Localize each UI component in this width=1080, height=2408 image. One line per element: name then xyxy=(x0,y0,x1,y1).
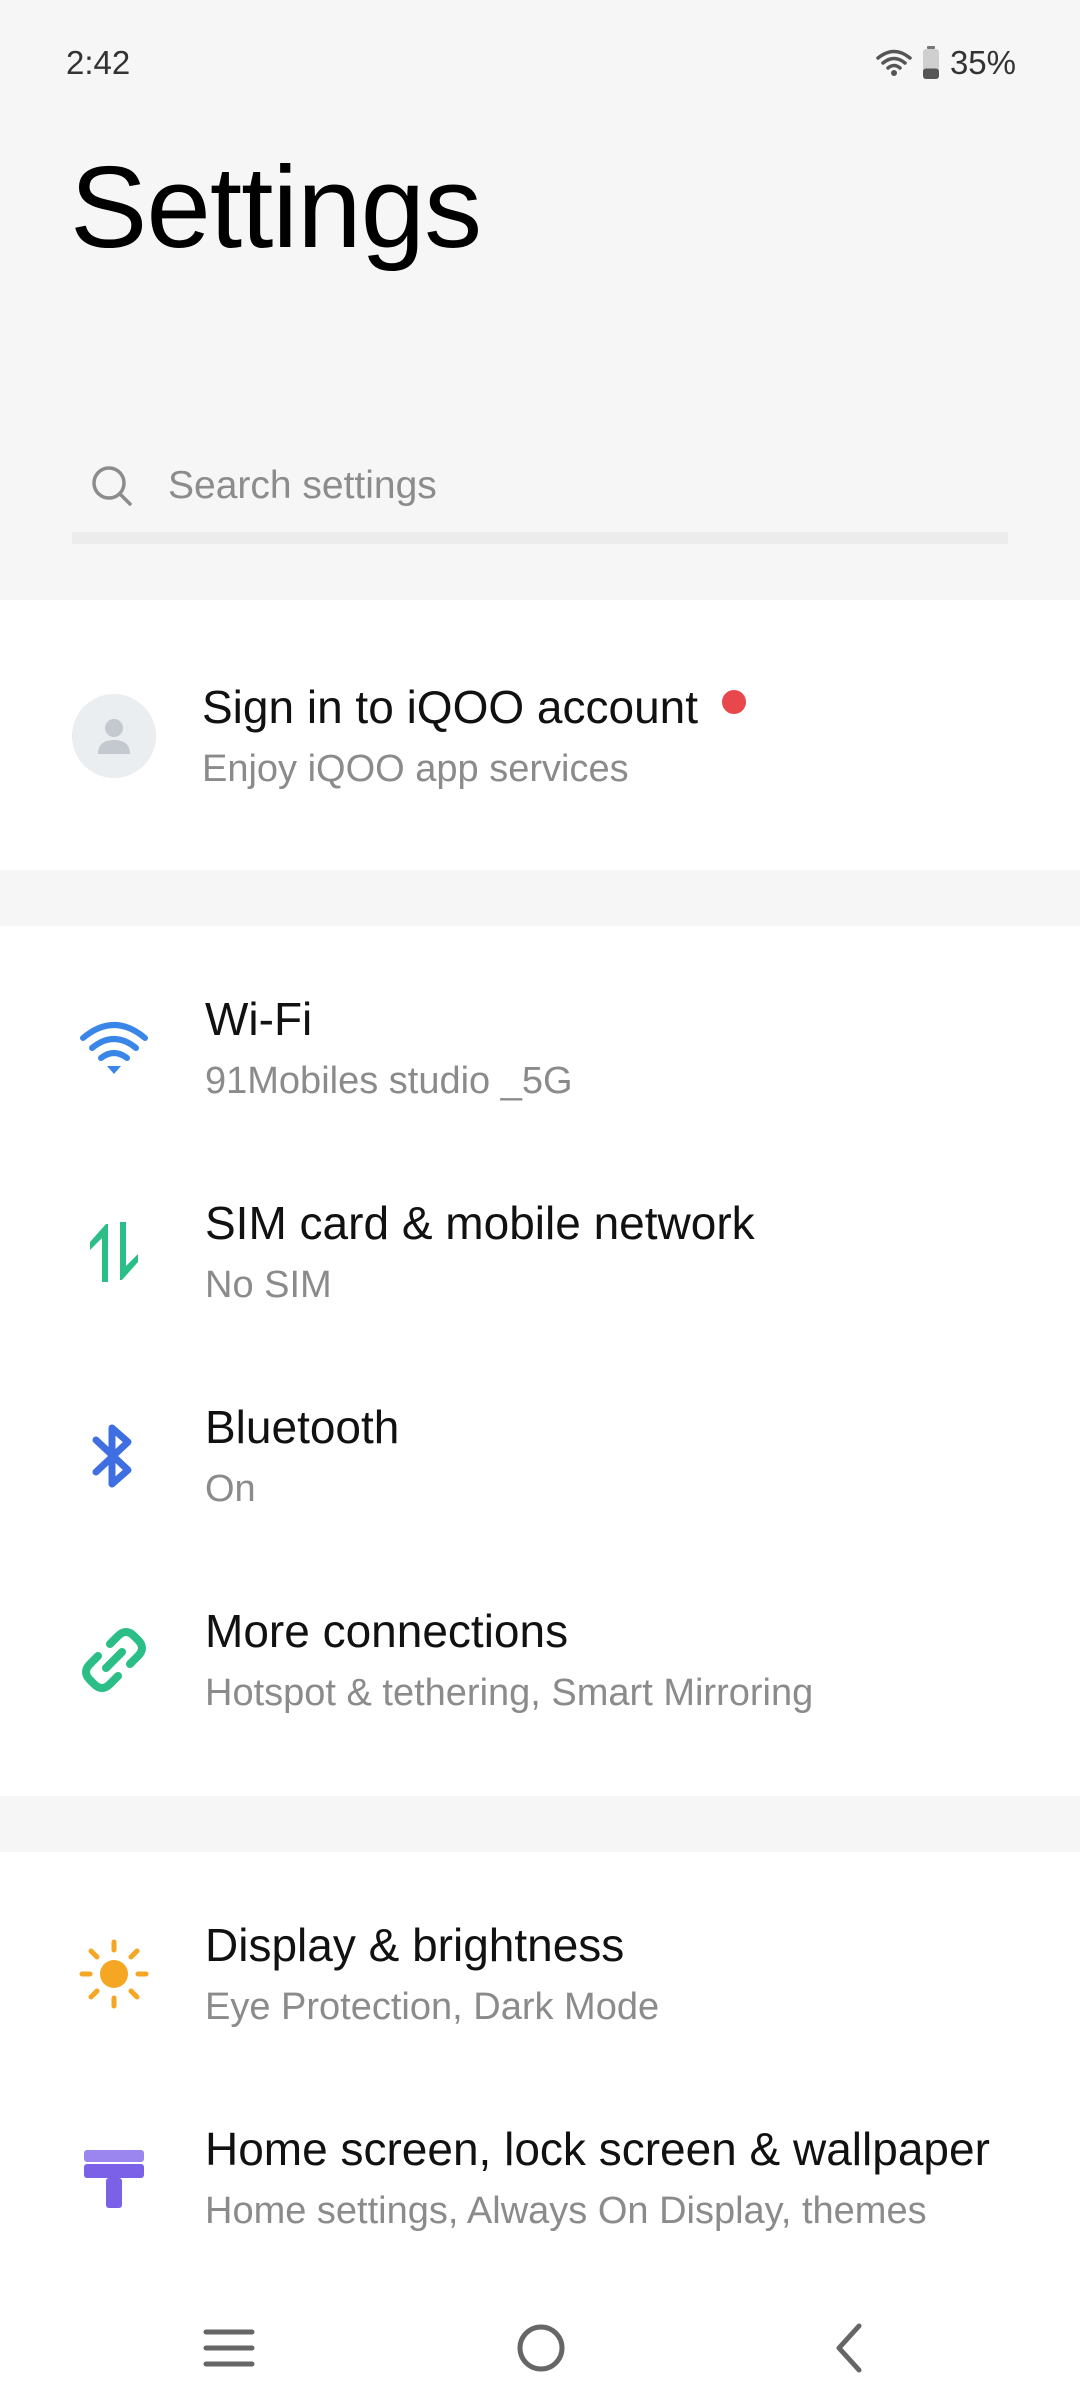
account-title: Sign in to iQOO account xyxy=(202,680,747,734)
search-bar[interactable] xyxy=(72,440,1008,544)
account-subtitle: Enjoy iQOO app services xyxy=(202,748,629,790)
settings-item-sim[interactable]: SIM card & mobile network No SIM xyxy=(0,1196,1080,1400)
display-title: Display & brightness xyxy=(205,1919,625,1971)
status-bar: 2:42 35% xyxy=(0,0,1080,120)
sun-icon xyxy=(72,1932,156,2016)
home-icon xyxy=(517,2324,565,2372)
menu-button[interactable] xyxy=(184,2308,274,2388)
sim-subtitle: No SIM xyxy=(205,1264,332,1306)
wifi-title: Wi-Fi xyxy=(205,993,313,1045)
search-icon xyxy=(92,466,132,506)
wifi-subtitle: 91Mobiles studio _5G xyxy=(205,1060,573,1102)
search-input[interactable] xyxy=(168,464,968,508)
bluetooth-icon xyxy=(72,1414,156,1498)
wallpaper-icon xyxy=(72,2136,156,2220)
account-title-text: Sign in to iQOO account xyxy=(202,681,699,733)
wifi-icon xyxy=(72,1006,156,1090)
status-time: 2:42 xyxy=(66,44,131,81)
settings-item-more-connections[interactable]: More connections Hotspot & tethering, Sm… xyxy=(0,1604,1080,1808)
battery-icon xyxy=(922,46,940,80)
bluetooth-subtitle: On xyxy=(205,1468,256,1510)
settings-item-wifi[interactable]: Wi-Fi 91Mobiles studio _5G xyxy=(0,992,1080,1196)
navigation-bar xyxy=(0,2290,1080,2408)
home-screen-title: Home screen, lock screen & wallpaper xyxy=(205,2123,990,2175)
link-icon xyxy=(72,1618,156,1702)
settings-item-bluetooth[interactable]: Bluetooth On xyxy=(0,1400,1080,1604)
menu-icon xyxy=(203,2329,255,2367)
settings-item-display[interactable]: Display & brightness Eye Protection, Dar… xyxy=(0,1918,1080,2122)
sim-title: SIM card & mobile network xyxy=(205,1197,755,1249)
wifi-signal-icon xyxy=(876,48,912,78)
account-card[interactable]: Sign in to iQOO account Enjoy iQOO app s… xyxy=(0,600,1080,870)
bluetooth-title: Bluetooth xyxy=(205,1401,400,1453)
status-icons: 35% xyxy=(876,44,1016,82)
avatar xyxy=(72,694,156,778)
display-subtitle: Eye Protection, Dark Mode xyxy=(205,1986,660,2028)
mobile-data-icon xyxy=(72,1210,156,1294)
battery-percent: 35% xyxy=(949,44,1016,81)
more-connections-subtitle: Hotspot & tethering, Smart Mirroring xyxy=(205,1672,814,1714)
home-button[interactable] xyxy=(496,2308,586,2388)
page-title: Settings xyxy=(70,142,482,272)
notification-dot xyxy=(722,690,747,714)
more-connections-title: More connections xyxy=(205,1605,569,1657)
back-button[interactable] xyxy=(804,2308,894,2388)
home-screen-subtitle: Home settings, Always On Display, themes xyxy=(205,2190,927,2232)
connections-card: Wi-Fi 91Mobiles studio _5G SIM card & mo… xyxy=(0,926,1080,1796)
person-icon xyxy=(98,719,130,754)
back-icon xyxy=(836,2323,862,2373)
